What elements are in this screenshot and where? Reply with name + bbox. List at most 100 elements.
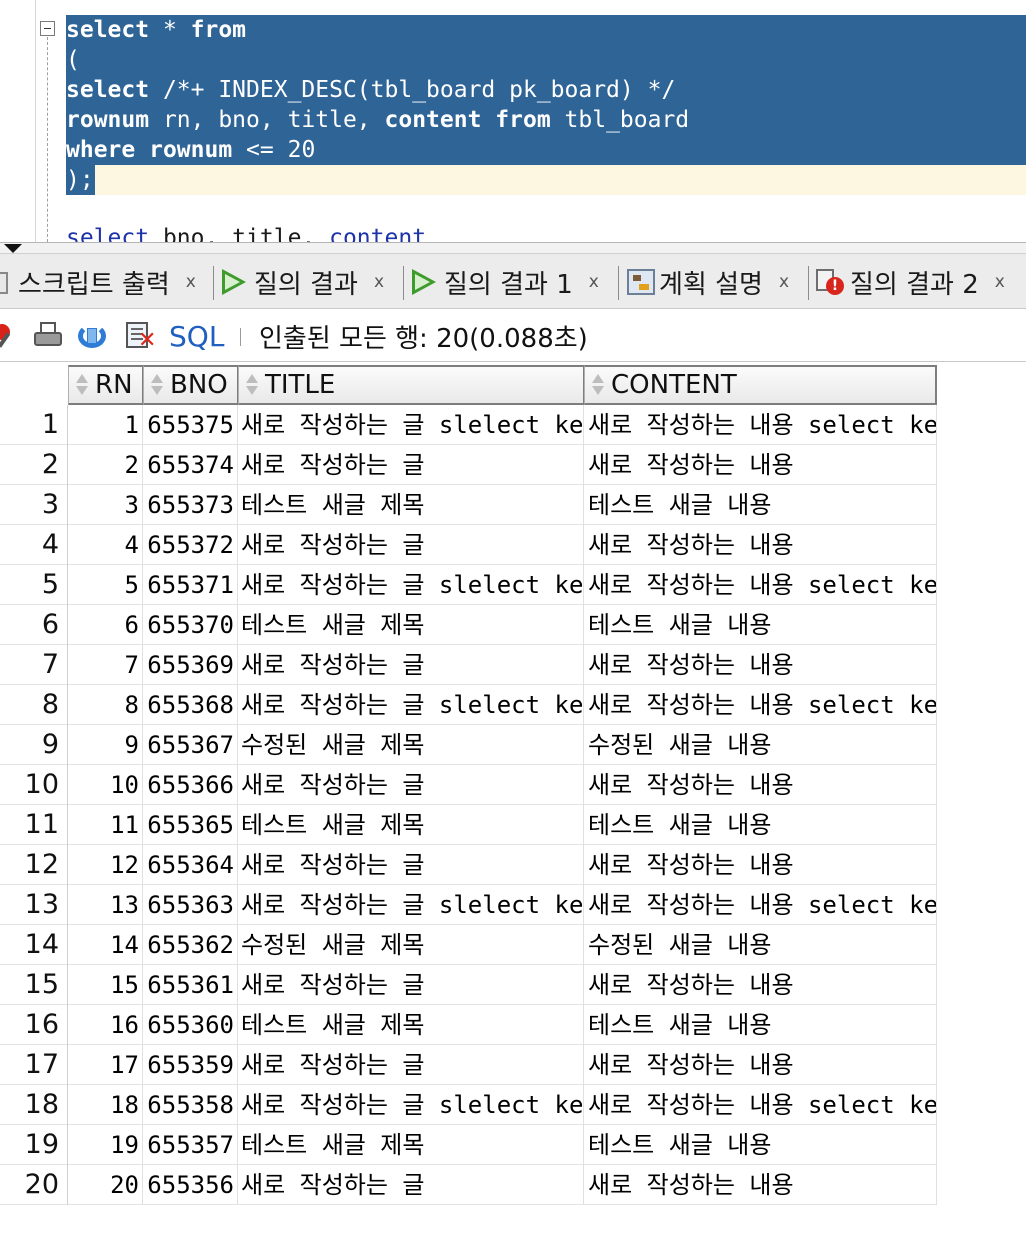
- row-number[interactable]: 15: [0, 965, 68, 1005]
- cell-content[interactable]: 새로 작성하는 내용 select key: [584, 1085, 937, 1125]
- row-number[interactable]: 5: [0, 565, 68, 605]
- tab-query-result-2[interactable]: ! 질의 결과 2 x: [816, 262, 1005, 302]
- code-line-1[interactable]: select * from: [66, 15, 1026, 45]
- sql-editor[interactable]: select * from ( select /*+ INDEX_DESC(tb…: [0, 0, 1026, 242]
- tab-query-result[interactable]: 질의 결과 x: [222, 262, 384, 302]
- sort-icon[interactable]: [150, 373, 164, 397]
- cell-bno[interactable]: 655372: [143, 525, 238, 565]
- cell-title[interactable]: 새로 작성하는 글: [238, 765, 584, 805]
- cell-rn[interactable]: 8: [68, 685, 143, 725]
- cell-bno[interactable]: 655368: [143, 685, 238, 725]
- table-row[interactable]: 11 11 655365 테스트 새글 제목 테스트 새글 내용: [0, 805, 937, 845]
- cell-bno[interactable]: 655356: [143, 1165, 238, 1205]
- cell-rn[interactable]: 6: [68, 605, 143, 645]
- cell-content[interactable]: 새로 작성하는 내용: [584, 965, 937, 1005]
- cell-title[interactable]: 새로 작성하는 글 slelect key: [238, 1085, 584, 1125]
- column-header-title[interactable]: TITLE: [238, 365, 585, 405]
- cell-title[interactable]: 수정된 새글 제목: [238, 925, 584, 965]
- cell-content[interactable]: 새로 작성하는 내용 select key: [584, 405, 937, 445]
- cell-title[interactable]: 새로 작성하는 글: [238, 965, 584, 1005]
- fold-toggle-icon[interactable]: [40, 21, 55, 36]
- cell-bno[interactable]: 655373: [143, 485, 238, 525]
- code-line-5[interactable]: where rownum <= 20: [66, 135, 1026, 165]
- code-line-7[interactable]: select bno, title, content: [66, 223, 426, 242]
- clear-grid-icon[interactable]: ✕: [124, 322, 156, 352]
- cell-bno[interactable]: 655366: [143, 765, 238, 805]
- cell-bno[interactable]: 655358: [143, 1085, 238, 1125]
- cell-rn[interactable]: 20: [68, 1165, 143, 1205]
- cell-content[interactable]: 새로 작성하는 내용 select key: [584, 565, 937, 605]
- cell-title[interactable]: 테스트 새글 제목: [238, 1005, 584, 1045]
- table-row[interactable]: 6 6 655370 테스트 새글 제목 테스트 새글 내용: [0, 605, 937, 645]
- sort-icon[interactable]: [591, 373, 605, 397]
- pane-splitter[interactable]: [0, 242, 1026, 254]
- code-line-2[interactable]: (: [66, 45, 1026, 75]
- row-number[interactable]: 16: [0, 1005, 68, 1045]
- cell-rn[interactable]: 5: [68, 565, 143, 605]
- cell-rn[interactable]: 2: [68, 445, 143, 485]
- cell-content[interactable]: 새로 작성하는 내용: [584, 645, 937, 685]
- cell-content[interactable]: 테스트 새글 내용: [584, 1125, 937, 1165]
- table-row[interactable]: 19 19 655357 테스트 새글 제목 테스트 새글 내용: [0, 1125, 937, 1165]
- cell-content[interactable]: 새로 작성하는 내용 select key: [584, 885, 937, 925]
- cell-title[interactable]: 새로 작성하는 글: [238, 1165, 584, 1205]
- row-number[interactable]: 18: [0, 1085, 68, 1125]
- row-number[interactable]: 11: [0, 805, 68, 845]
- cell-content[interactable]: 수정된 새글 내용: [584, 925, 937, 965]
- code-line-4[interactable]: rownum rn, bno, title, content from tbl_…: [66, 105, 1026, 135]
- table-row[interactable]: 7 7 655369 새로 작성하는 글 새로 작성하는 내용: [0, 645, 937, 685]
- pin-icon[interactable]: [0, 322, 24, 350]
- cell-title[interactable]: 새로 작성하는 글: [238, 445, 584, 485]
- refresh-icon[interactable]: [78, 322, 108, 350]
- table-row[interactable]: 13 13 655363 새로 작성하는 글 slelect key 새로 작성하는 내…: [0, 885, 937, 925]
- row-number[interactable]: 2: [0, 445, 68, 485]
- cell-rn[interactable]: 3: [68, 485, 143, 525]
- cell-rn[interactable]: 12: [68, 845, 143, 885]
- cell-rn[interactable]: 19: [68, 1125, 143, 1165]
- cell-title[interactable]: 새로 작성하는 글: [238, 645, 584, 685]
- close-icon[interactable]: x: [186, 272, 196, 292]
- cell-bno[interactable]: 655362: [143, 925, 238, 965]
- sort-icon[interactable]: [245, 373, 259, 397]
- cell-bno[interactable]: 655370: [143, 605, 238, 645]
- cell-bno[interactable]: 655363: [143, 885, 238, 925]
- cell-bno[interactable]: 655359: [143, 1045, 238, 1085]
- close-icon[interactable]: x: [995, 272, 1005, 292]
- column-header-rn[interactable]: RN: [68, 365, 144, 405]
- row-number[interactable]: 7: [0, 645, 68, 685]
- cell-content[interactable]: 수정된 새글 내용: [584, 725, 937, 765]
- close-icon[interactable]: x: [589, 272, 599, 292]
- table-row[interactable]: 17 17 655359 새로 작성하는 글 새로 작성하는 내용: [0, 1045, 937, 1085]
- close-icon[interactable]: x: [779, 272, 789, 292]
- result-grid[interactable]: RN BNO TITLE CONTENT 1 1 655375 새로 작성하는 글 s…: [0, 363, 1026, 1260]
- cell-rn[interactable]: 17: [68, 1045, 143, 1085]
- cell-rn[interactable]: 18: [68, 1085, 143, 1125]
- sort-icon[interactable]: [75, 373, 89, 397]
- cell-content[interactable]: 새로 작성하는 내용: [584, 1165, 937, 1205]
- table-row[interactable]: 20 20 655356 새로 작성하는 글 새로 작성하는 내용: [0, 1165, 937, 1205]
- tab-explain-plan[interactable]: 계획 설명 x: [627, 262, 789, 302]
- column-header-content[interactable]: CONTENT: [584, 365, 937, 405]
- row-number[interactable]: 9: [0, 725, 68, 765]
- cell-content[interactable]: 새로 작성하는 내용 select key: [584, 685, 937, 725]
- table-row[interactable]: 9 9 655367 수정된 새글 제목 수정된 새글 내용: [0, 725, 937, 765]
- row-number[interactable]: 13: [0, 885, 68, 925]
- cell-rn[interactable]: 15: [68, 965, 143, 1005]
- table-row[interactable]: 2 2 655374 새로 작성하는 글 새로 작성하는 내용: [0, 445, 937, 485]
- row-number[interactable]: 3: [0, 485, 68, 525]
- cell-rn[interactable]: 9: [68, 725, 143, 765]
- cell-title[interactable]: 수정된 새글 제목: [238, 725, 584, 765]
- cell-content[interactable]: 새로 작성하는 내용: [584, 845, 937, 885]
- row-number[interactable]: 17: [0, 1045, 68, 1085]
- collapse-arrow-icon[interactable]: [4, 244, 22, 253]
- cell-rn[interactable]: 7: [68, 645, 143, 685]
- cell-bno[interactable]: 655367: [143, 725, 238, 765]
- table-row[interactable]: 3 3 655373 테스트 새글 제목 테스트 새글 내용: [0, 485, 937, 525]
- cell-rn[interactable]: 1: [68, 405, 143, 445]
- cell-rn[interactable]: 14: [68, 925, 143, 965]
- cell-title[interactable]: 테스트 새글 제목: [238, 485, 584, 525]
- cell-content[interactable]: 새로 작성하는 내용: [584, 1045, 937, 1085]
- table-row[interactable]: 8 8 655368 새로 작성하는 글 slelect key 새로 작성하는 내용 …: [0, 685, 937, 725]
- row-number[interactable]: 19: [0, 1125, 68, 1165]
- cell-bno[interactable]: 655357: [143, 1125, 238, 1165]
